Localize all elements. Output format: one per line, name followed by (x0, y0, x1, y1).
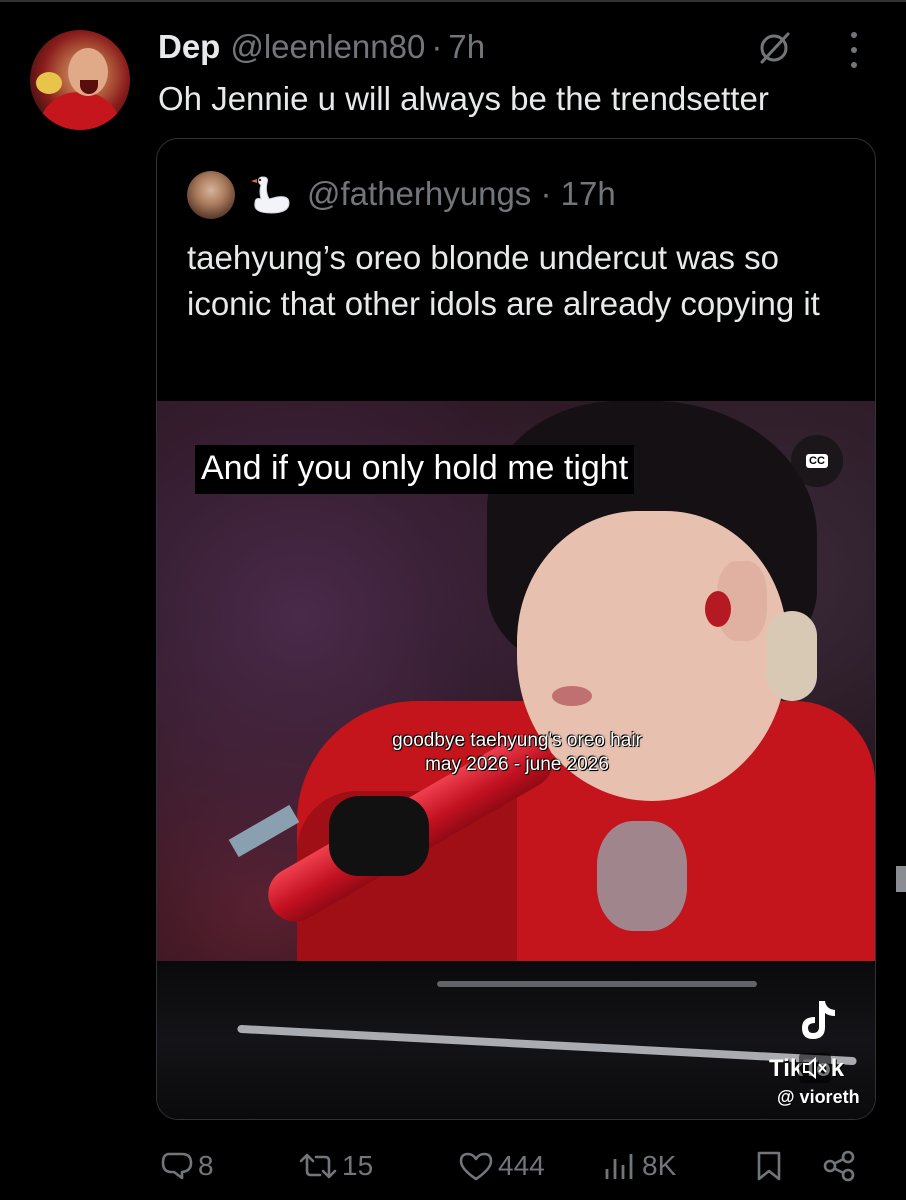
share-button[interactable] (822, 1150, 856, 1182)
reply-count: 8 (198, 1150, 214, 1181)
video-stage-light-upper (437, 981, 757, 987)
analytics-icon (605, 1154, 633, 1179)
tiktok-username: @ vioreth (777, 1087, 860, 1107)
reply-icon (161, 1152, 193, 1180)
video-blonde-hair (767, 611, 817, 701)
quoted-handle[interactable]: @fatherhyungs (307, 175, 531, 212)
video-lips (552, 686, 592, 706)
quoted-separator: · (540, 175, 552, 212)
header-separator: · (431, 28, 443, 65)
bookmark-button[interactable] (756, 1150, 782, 1182)
views-button[interactable]: 8K (602, 1150, 676, 1182)
quoted-post[interactable]: @fatherhyungs · 17h taehyung’s oreo blon… (156, 138, 876, 1120)
post-timestamp[interactable]: 7h (448, 28, 485, 66)
video-earpiece (705, 591, 731, 627)
top-divider (0, 0, 906, 2)
repost-button[interactable]: 15 (298, 1150, 373, 1182)
video-glove (329, 796, 429, 876)
more-options-icon[interactable] (842, 30, 866, 70)
author-handle[interactable]: @leenlenn80 (230, 28, 425, 66)
grok-icon[interactable] (756, 30, 792, 66)
quoted-author-avatar[interactable] (187, 171, 235, 219)
repost-count: 15 (342, 1150, 374, 1181)
author-name[interactable]: Dep (158, 28, 220, 66)
repost-icon (299, 1153, 337, 1179)
post-text: Oh Jennie u will always be the trendsett… (158, 80, 769, 117)
video-chain (597, 821, 687, 931)
video-overlay-text: goodbye taehyung's oreo hair may 2026 - … (337, 729, 697, 777)
quoted-header: @fatherhyungs · 17h (307, 175, 616, 213)
scrollbar-thumb[interactable] (896, 866, 906, 892)
tiktok-icon (802, 1001, 835, 1039)
quoted-text: taehyung’s oreo blonde undercut was so i… (187, 239, 820, 322)
overlay-line-2: may 2026 - june 2026 (425, 754, 609, 775)
closed-captions-button[interactable]: CC (791, 435, 843, 487)
post-header: Dep @leenlenn80 · 7h (158, 28, 485, 68)
action-bar: 8 15 444 8K (0, 1138, 906, 1198)
cc-label: CC (806, 454, 828, 468)
view-count: 8K (642, 1150, 677, 1181)
quoted-timestamp[interactable]: 17h (561, 175, 616, 212)
author-avatar[interactable] (30, 30, 130, 130)
mute-icon[interactable] (799, 1053, 831, 1083)
video-player[interactable]: And if you only hold me tight CC goodbye… (157, 401, 875, 1119)
like-count: 444 (498, 1150, 545, 1181)
bookmark-icon (757, 1151, 781, 1181)
like-button[interactable]: 444 (458, 1150, 545, 1182)
swan-icon (251, 176, 290, 214)
heart-icon (459, 1152, 493, 1181)
closed-caption-text: And if you only hold me tight (195, 445, 635, 494)
share-icon (823, 1150, 855, 1182)
overlay-line-1: goodbye taehyung's oreo hair (392, 730, 642, 751)
reply-button[interactable]: 8 (160, 1150, 214, 1182)
